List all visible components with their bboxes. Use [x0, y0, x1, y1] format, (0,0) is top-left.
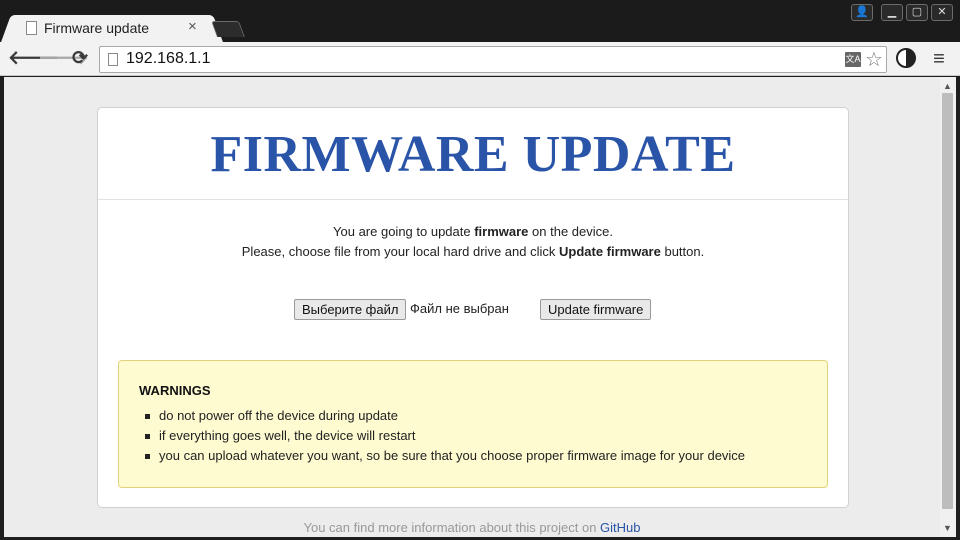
tab-title: Firmware update	[44, 20, 150, 36]
file-status: Файл не выбран	[410, 301, 509, 316]
page-footer: You can find more information about this…	[4, 520, 940, 535]
intro-text-part: button.	[660, 244, 705, 259]
intro-text-part: You are going to update	[333, 224, 475, 239]
browser-toolbar: 🡐 🡒 ⟳ 192.168.1.1 文A ☆ ≡	[0, 42, 960, 76]
translate-icon[interactable]: 文A	[845, 52, 861, 67]
github-link[interactable]: GitHub	[600, 520, 640, 535]
list-item: do not power off the device during updat…	[139, 406, 807, 426]
url-text[interactable]: 192.168.1.1	[126, 50, 211, 68]
intro-bold-firmware: firmware	[474, 224, 529, 239]
list-item: if everything goes well, the device will…	[139, 426, 807, 446]
page-viewport: FIRMWARE UPDATE You are going to update …	[4, 77, 940, 537]
star-icon[interactable]: ☆	[865, 47, 883, 72]
card-header: FIRMWARE UPDATE	[98, 108, 848, 200]
footer-text: You can find more information about this…	[303, 520, 601, 535]
intro-line-1: You are going to update firmware on the …	[98, 222, 848, 242]
page-title: FIRMWARE UPDATE	[210, 126, 736, 183]
scrollbar-thumb[interactable]	[942, 93, 953, 509]
upload-form: Выберите файл Файл не выбран Update firm…	[98, 299, 848, 323]
vertical-scrollbar[interactable]: ▲ ▼	[940, 77, 956, 537]
intro-text-part: Please, choose file from your local hard…	[241, 244, 559, 259]
choose-file-button[interactable]: Выберите файл	[294, 299, 407, 320]
forward-arrow-icon[interactable]: 🡒	[38, 46, 89, 72]
scroll-up-icon[interactable]: ▲	[943, 81, 952, 91]
intro-line-2: Please, choose file from your local hard…	[98, 242, 848, 262]
list-item: you can upload whatever you want, so be …	[139, 446, 807, 466]
intro-text-part: on the device.	[528, 224, 613, 239]
intro-text: You are going to update firmware on the …	[98, 222, 848, 262]
scroll-down-icon[interactable]: ▼	[943, 523, 952, 533]
browser-tab[interactable]: Firmware update ×	[12, 15, 212, 42]
address-bar[interactable]: 192.168.1.1 文A ☆	[99, 46, 887, 73]
close-icon[interactable]: ×	[188, 18, 197, 35]
update-firmware-button[interactable]: Update firmware	[540, 299, 652, 320]
reload-icon[interactable]: ⟳	[67, 46, 93, 72]
window-titlebar: Firmware update × 👤 ▁ ▢ ✕	[0, 0, 960, 42]
back-arrow-icon[interactable]: 🡐	[8, 46, 59, 72]
window-close-button[interactable]: ✕	[931, 4, 953, 21]
intro-bold-update: Update firmware	[558, 244, 661, 259]
new-tab-button[interactable]	[211, 21, 245, 37]
warnings-box: WARNINGS do not power off the device dur…	[118, 360, 828, 488]
maximize-button[interactable]: ▢	[906, 4, 928, 21]
hamburger-menu-icon[interactable]: ≡	[928, 47, 950, 71]
firmware-card: FIRMWARE UPDATE You are going to update …	[97, 107, 849, 508]
warnings-list: do not power off the device during updat…	[139, 406, 807, 466]
page-icon	[26, 21, 37, 35]
page-icon	[108, 53, 118, 66]
user-icon[interactable]: 👤	[851, 4, 873, 21]
contrast-icon[interactable]	[896, 48, 916, 68]
warnings-title: WARNINGS	[139, 383, 211, 398]
minimize-button[interactable]: ▁	[881, 4, 903, 21]
